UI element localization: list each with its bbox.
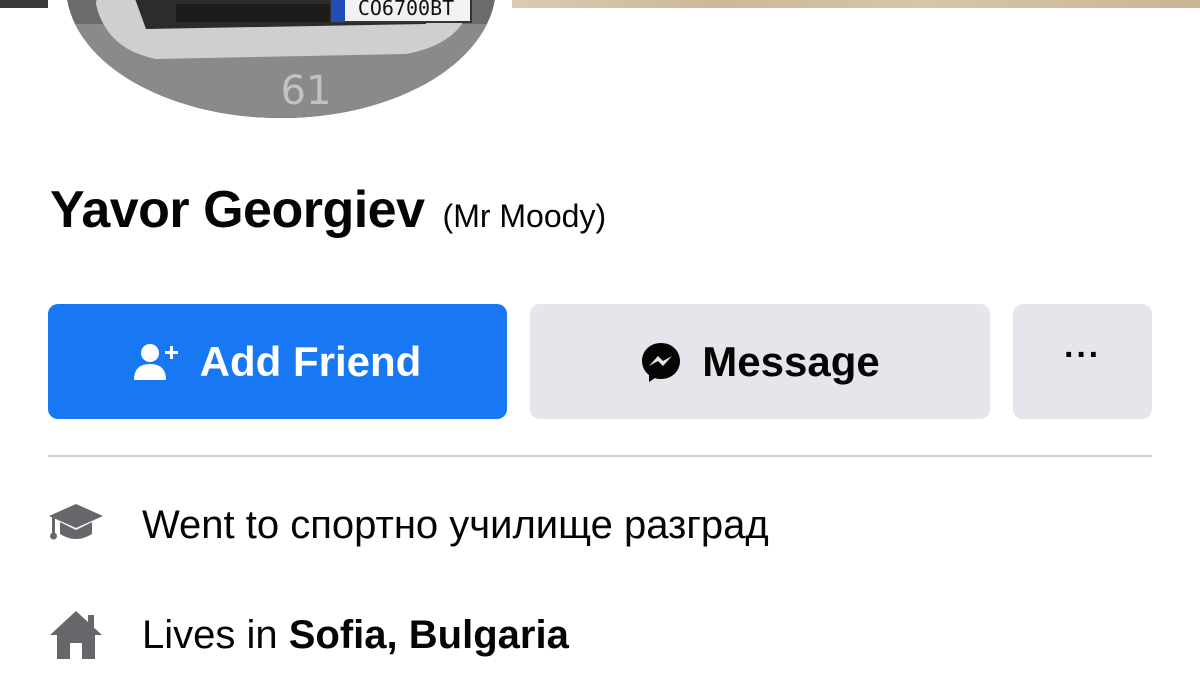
education-text: Went to спортно училище разград (142, 502, 769, 547)
more-options-icon: ··· (1064, 335, 1101, 374)
more-options-button[interactable]: ··· (1013, 304, 1152, 419)
message-label: Message (702, 337, 880, 385)
add-friend-icon (133, 342, 180, 382)
profile-nickname: (Mr Moody) (442, 198, 607, 234)
intro-education: Went to спортно училище разград (48, 495, 769, 555)
svg-text:61: 61 (281, 68, 332, 114)
profile-name-row: Yavor Georgiev (Mr Moody) (50, 180, 606, 240)
divider (48, 455, 1152, 457)
graduation-cap-icon (48, 495, 108, 555)
profile-page: CO6700BT 61 Yavor Georgiev (Mr Moody) Ad… (0, 0, 1200, 675)
profile-name: Yavor Georgiev (50, 181, 425, 239)
messenger-icon (640, 341, 682, 383)
cover-photo[interactable] (512, 0, 1200, 8)
add-friend-button[interactable]: Add Friend (48, 304, 507, 419)
cover-photo-edge (0, 0, 48, 8)
profile-picture-image: CO6700BT 61 (66, 0, 496, 118)
profile-picture[interactable]: CO6700BT 61 (62, 0, 500, 122)
residence-prefix: Lives in (142, 612, 289, 657)
home-icon (48, 605, 108, 665)
residence-place-link[interactable]: Sofia, Bulgaria (289, 613, 569, 657)
add-friend-label: Add Friend (199, 337, 422, 385)
intro-residence: Lives in Sofia, Bulgaria (48, 605, 569, 665)
license-plate-text: CO6700BT (358, 0, 454, 20)
message-button[interactable]: Message (530, 304, 990, 419)
